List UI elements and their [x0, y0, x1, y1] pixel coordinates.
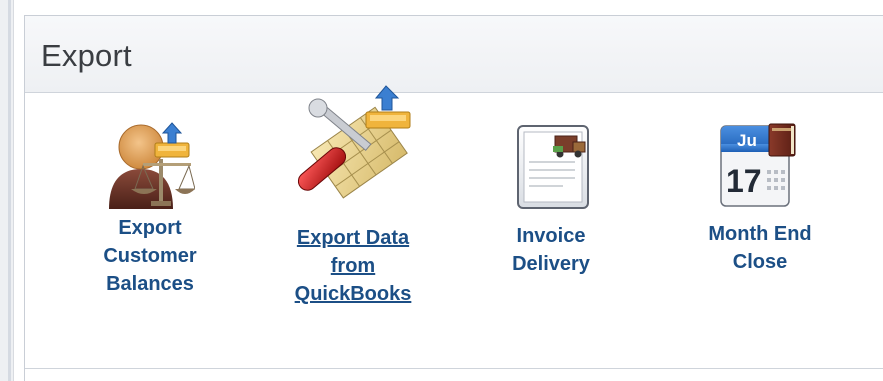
calendar-day: 17: [726, 163, 762, 199]
export-data-from-quickbooks-tile[interactable]: Export Data from QuickBooks: [268, 82, 438, 307]
panel-divider: [25, 368, 883, 369]
left-gutter: [0, 0, 14, 381]
tile-label-line: Close: [732, 251, 788, 273]
page-title: Export: [41, 38, 132, 73]
calendar-icon: Ju 17: [717, 122, 803, 210]
tile-label-line: Delivery: [512, 253, 590, 275]
invoice-delivery-tile[interactable]: Invoice Delivery: [491, 116, 611, 276]
export-screen: Export Export Customer Balances Export D…: [0, 0, 883, 381]
tile-label: Invoice Delivery: [491, 222, 611, 278]
panel-header: Export: [25, 16, 883, 93]
tile-label-line: from: [330, 255, 376, 277]
calendar-month: Ju: [737, 131, 757, 150]
tile-label: Export Customer Balances: [79, 214, 221, 298]
month-end-close-tile[interactable]: Ju 17 Month End Close: [685, 116, 835, 276]
export-customer-balances-tile[interactable]: Export Customer Balances: [79, 111, 221, 311]
export-data-icon: [290, 82, 418, 202]
tile-label-line: Export: [118, 217, 182, 239]
gutter-accent: [8, 0, 11, 381]
tile-label-line: Export Data: [296, 227, 410, 249]
tile-label-line: Balances: [106, 273, 194, 295]
tile-label-line: QuickBooks: [294, 283, 412, 305]
tile-label: Month End Close: [685, 220, 835, 276]
tile-label-line: Customer: [103, 245, 197, 267]
invoice-delivery-icon: [515, 122, 591, 210]
tile-label-line: Invoice: [516, 225, 586, 247]
customer-balances-icon: [103, 119, 196, 214]
tile-label-line: Month End: [708, 223, 812, 245]
export-panel: Export Export Customer Balances Export D…: [24, 15, 883, 381]
tile-label: Export Data from QuickBooks: [268, 224, 438, 308]
